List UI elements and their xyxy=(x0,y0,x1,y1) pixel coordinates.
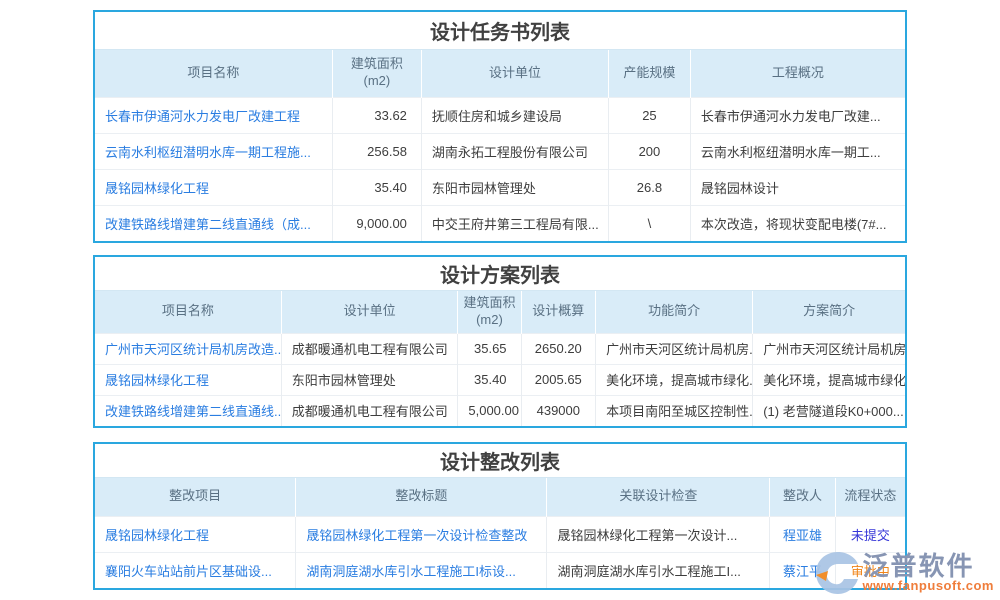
brand-name: 泛普软件 xyxy=(862,553,974,579)
table-row: 襄阳火车站站前片区基础设... 湖南洞庭湖水库引水工程施工I标设... 湖南洞庭… xyxy=(95,552,905,588)
cell-function-brief: 美化环境，提高城市绿化... xyxy=(596,364,753,395)
watermark-text-block: 泛普软件 www.fanpusoft.com xyxy=(862,553,994,593)
cell-related-design-check: 晟铭园林绿化工程第一次设计... xyxy=(547,516,770,552)
design-rectification-list-title: 设计整改列表 xyxy=(95,444,905,478)
cell-project-name-link[interactable]: 广州市天河区统计局机房改造... xyxy=(95,333,281,364)
cell-rectify-project-link[interactable]: 襄阳火车站站前片区基础设... xyxy=(95,552,296,588)
cell-design-unit: 湖南永拓工程股份有限公司 xyxy=(421,133,608,169)
table-row: 晟铭园林绿化工程 东阳市园林管理处 35.40 2005.65 美化环境，提高城… xyxy=(95,364,905,395)
header-capacity-scale: 产能规模 xyxy=(609,50,691,97)
design-plan-table: 项目名称 设计单位 建筑面积 (m2) 设计概算 功能简介 方案简介 广州市天河… xyxy=(95,291,905,426)
header-project-name: 项目名称 xyxy=(95,50,332,97)
cell-rectify-title-link[interactable]: 晟铭园林绿化工程第一次设计检查整改 xyxy=(296,516,547,552)
fanpu-swirl-logo-icon xyxy=(814,551,860,595)
header-function-brief: 功能简介 xyxy=(596,291,753,333)
cell-design-unit: 成都暖通机电工程有限公司 xyxy=(281,333,458,364)
header-building-area: 建筑面积 (m2) xyxy=(332,50,421,97)
cell-design-unit: 东阳市园林管理处 xyxy=(281,364,458,395)
cell-design-unit: 抚顺住房和城乡建设局 xyxy=(421,97,608,133)
header-design-budget: 设计概算 xyxy=(521,291,596,333)
table-row: 改建铁路线增建第二线直通线... 成都暖通机电工程有限公司 5,000.00 4… xyxy=(95,395,905,426)
status-badge: 未提交 xyxy=(835,516,905,552)
header-rectify-project: 整改项目 xyxy=(95,478,296,516)
header-rectify-title: 整改标题 xyxy=(296,478,547,516)
cell-overview: 晟铭园林设计 xyxy=(690,169,905,205)
cell-building-area: 35.65 xyxy=(458,333,521,364)
cell-building-area: 5,000.00 xyxy=(458,395,521,426)
cell-overview: 本次改造，将现状变配电楼(7#... xyxy=(690,205,905,241)
header-project-overview: 工程概况 xyxy=(690,50,905,97)
cell-design-budget: 2005.65 xyxy=(521,364,596,395)
table-row: 长春市伊通河水力发电厂改建工程 33.62 抚顺住房和城乡建设局 25 长春市伊… xyxy=(95,97,905,133)
cell-design-unit: 东阳市园林管理处 xyxy=(421,169,608,205)
header-rectify-person: 整改人 xyxy=(770,478,836,516)
design-plan-list-panel: 设计方案列表 项目名称 设计单位 建筑面积 (m2) 设计概算 功能简介 方案简… xyxy=(93,255,907,428)
cell-project-name-link[interactable]: 改建铁路线增建第二线直通线（成... xyxy=(95,205,332,241)
header-project-name: 项目名称 xyxy=(95,291,281,333)
fanpu-watermark: 泛普软件 www.fanpusoft.com xyxy=(814,551,994,595)
cell-rectify-title-link[interactable]: 湖南洞庭湖水库引水工程施工I标设... xyxy=(296,552,547,588)
header-design-unit: 设计单位 xyxy=(421,50,608,97)
cell-plan-brief: 美化环境，提高城市绿化... xyxy=(753,364,905,395)
cell-design-budget: 2650.20 xyxy=(521,333,596,364)
cell-plan-brief: 广州市天河区统计局机房... xyxy=(753,333,905,364)
design-task-list-panel: 设计任务书列表 项目名称 建筑面积 (m2) 设计单位 产能规模 工程概况 长春… xyxy=(93,10,907,243)
cell-rectify-project-link[interactable]: 晟铭园林绿化工程 xyxy=(95,516,296,552)
cell-design-budget: 439000 xyxy=(521,395,596,426)
table-row: 云南水利枢纽潜明水库一期工程施... 256.58 湖南永拓工程股份有限公司 2… xyxy=(95,133,905,169)
header-row: 项目名称 设计单位 建筑面积 (m2) 设计概算 功能简介 方案简介 xyxy=(95,291,905,333)
cell-project-name-link[interactable]: 改建铁路线增建第二线直通线... xyxy=(95,395,281,426)
cell-capacity: 200 xyxy=(609,133,691,169)
cell-building-area: 256.58 xyxy=(332,133,421,169)
cell-building-area: 33.62 xyxy=(332,97,421,133)
cell-function-brief: 本项目南阳至城区控制性... xyxy=(596,395,753,426)
cell-related-design-check: 湖南洞庭湖水库引水工程施工I... xyxy=(547,552,770,588)
header-row: 项目名称 建筑面积 (m2) 设计单位 产能规模 工程概况 xyxy=(95,50,905,97)
table-row: 晟铭园林绿化工程 晟铭园林绿化工程第一次设计检查整改 晟铭园林绿化工程第一次设计… xyxy=(95,516,905,552)
cell-building-area: 35.40 xyxy=(332,169,421,205)
cell-design-unit: 成都暖通机电工程有限公司 xyxy=(281,395,458,426)
cell-overview: 长春市伊通河水力发电厂改建... xyxy=(690,97,905,133)
header-row: 整改项目 整改标题 关联设计检查 整改人 流程状态 xyxy=(95,478,905,516)
cell-capacity: 26.8 xyxy=(609,169,691,205)
cell-capacity: \ xyxy=(609,205,691,241)
cell-overview: 云南水利枢纽潜明水库一期工... xyxy=(690,133,905,169)
header-design-unit: 设计单位 xyxy=(281,291,458,333)
cell-project-name-link[interactable]: 云南水利枢纽潜明水库一期工程施... xyxy=(95,133,332,169)
design-rectification-table: 整改项目 整改标题 关联设计检查 整改人 流程状态 晟铭园林绿化工程 晟铭园林绿… xyxy=(95,478,905,588)
header-flow-status: 流程状态 xyxy=(835,478,905,516)
header-plan-brief: 方案简介 xyxy=(753,291,905,333)
cell-plan-brief: (1) 老营隧道段K0+000... xyxy=(753,395,905,426)
brand-url: www.fanpusoft.com xyxy=(862,578,994,593)
cell-rectify-person-link[interactable]: 程亚雄 xyxy=(770,516,836,552)
cell-design-unit: 中交王府井第三工程局有限... xyxy=(421,205,608,241)
table-row: 晟铭园林绿化工程 35.40 东阳市园林管理处 26.8 晟铭园林设计 xyxy=(95,169,905,205)
cell-project-name-link[interactable]: 长春市伊通河水力发电厂改建工程 xyxy=(95,97,332,133)
header-building-area: 建筑面积 (m2) xyxy=(458,291,521,333)
design-rectification-list-panel: 设计整改列表 整改项目 整改标题 关联设计检查 整改人 流程状态 晟铭园林绿化工… xyxy=(93,442,907,590)
cell-building-area: 9,000.00 xyxy=(332,205,421,241)
design-task-list-title: 设计任务书列表 xyxy=(95,12,905,50)
header-related-design-check: 关联设计检查 xyxy=(547,478,770,516)
design-plan-list-title: 设计方案列表 xyxy=(95,257,905,291)
cell-project-name-link[interactable]: 晟铭园林绿化工程 xyxy=(95,169,332,205)
cell-capacity: 25 xyxy=(609,97,691,133)
table-row: 改建铁路线增建第二线直通线（成... 9,000.00 中交王府井第三工程局有限… xyxy=(95,205,905,241)
cell-function-brief: 广州市天河区统计局机房... xyxy=(596,333,753,364)
cell-building-area: 35.40 xyxy=(458,364,521,395)
cell-project-name-link[interactable]: 晟铭园林绿化工程 xyxy=(95,364,281,395)
design-task-table: 项目名称 建筑面积 (m2) 设计单位 产能规模 工程概况 长春市伊通河水力发电… xyxy=(95,50,905,241)
table-row: 广州市天河区统计局机房改造... 成都暖通机电工程有限公司 35.65 2650… xyxy=(95,333,905,364)
